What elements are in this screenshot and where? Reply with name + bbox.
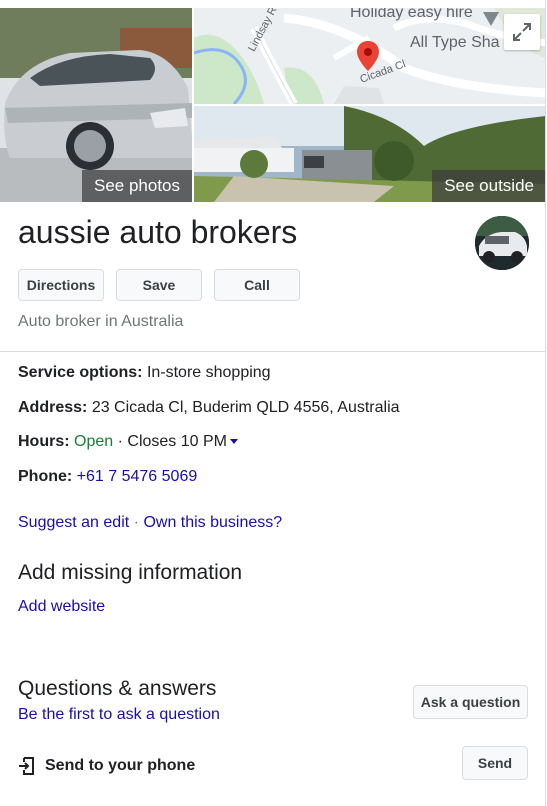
suggest-edit-link[interactable]: Suggest an edit — [18, 514, 129, 531]
hours-close-time[interactable]: Closes 10 PM — [127, 433, 227, 450]
add-website-link[interactable]: Add website — [18, 598, 105, 616]
phone-label: Phone: — [18, 468, 73, 485]
phone-row: Phone: +61 7 5476 5069 — [18, 468, 197, 486]
missing-info-heading: Add missing information — [18, 561, 243, 584]
map-label-business: Holiday easy hire — [350, 8, 473, 21]
address-value[interactable]: 23 Cicada Cl, Buderim QLD 4556, Australi… — [92, 399, 400, 416]
car-photo[interactable]: See photos — [0, 8, 192, 202]
map-label-nearby: All Type Sha — [410, 34, 500, 51]
map-marker-icon — [483, 12, 499, 26]
business-logo[interactable] — [475, 216, 529, 270]
service-options-value: In-store shopping — [146, 364, 271, 381]
ask-first-link[interactable]: Be the first to ask a question — [18, 706, 220, 724]
expand-icon — [513, 23, 531, 41]
directions-button[interactable]: Directions — [18, 269, 104, 301]
hours-status: Open — [74, 433, 114, 450]
send-to-phone-row[interactable]: Send to your phone — [18, 757, 195, 775]
outside-photo[interactable]: See outside — [194, 106, 546, 202]
save-button[interactable]: Save — [116, 269, 202, 301]
send-button[interactable]: Send — [462, 746, 528, 780]
send-to-phone-icon — [19, 757, 34, 775]
chevron-down-icon[interactable] — [229, 439, 238, 445]
phone-link[interactable]: +61 7 5476 5069 — [77, 468, 198, 485]
business-name: aussie auto brokers — [18, 214, 298, 250]
address-row: Address: 23 Cicada Cl, Buderim QLD 4556,… — [18, 399, 400, 417]
own-business-link[interactable]: Own this business? — [143, 514, 282, 531]
qa-heading: Questions & answers — [18, 677, 217, 700]
call-button[interactable]: Call — [214, 269, 300, 301]
edit-links-row: Suggest an edit · Own this business? — [18, 514, 282, 532]
send-to-phone-label: Send to your phone — [45, 757, 196, 774]
see-outside-button[interactable]: See outside — [432, 169, 546, 202]
logo-image — [475, 216, 529, 270]
photo-strip: See photos Holiday easy hire All Type Sh… — [0, 8, 547, 204]
section-divider — [0, 351, 545, 352]
map-thumbnail[interactable]: Holiday easy hire All Type Sha Lindsay R… — [194, 8, 546, 104]
ask-question-button[interactable]: Ask a question — [413, 685, 528, 719]
expand-map-button[interactable] — [504, 14, 540, 50]
hours-row: Hours: Open · Closes 10 PM — [18, 433, 238, 451]
address-label: Address: — [18, 399, 88, 416]
see-photos-button[interactable]: See photos — [81, 169, 192, 202]
edit-links-separator: · — [133, 514, 139, 531]
service-options-label: Service options: — [18, 364, 143, 381]
business-knowledge-panel: See photos Holiday easy hire All Type Sh… — [0, 0, 547, 806]
business-category: Auto broker in Australia — [18, 313, 184, 330]
service-options-row: Service options: In-store shopping — [18, 364, 271, 382]
map-pin-icon — [357, 41, 379, 71]
hours-separator: · — [117, 433, 123, 450]
panel-right-border — [545, 0, 546, 806]
hours-toggle[interactable]: Closes 10 PM — [127, 433, 238, 450]
hours-label: Hours: — [18, 433, 70, 450]
